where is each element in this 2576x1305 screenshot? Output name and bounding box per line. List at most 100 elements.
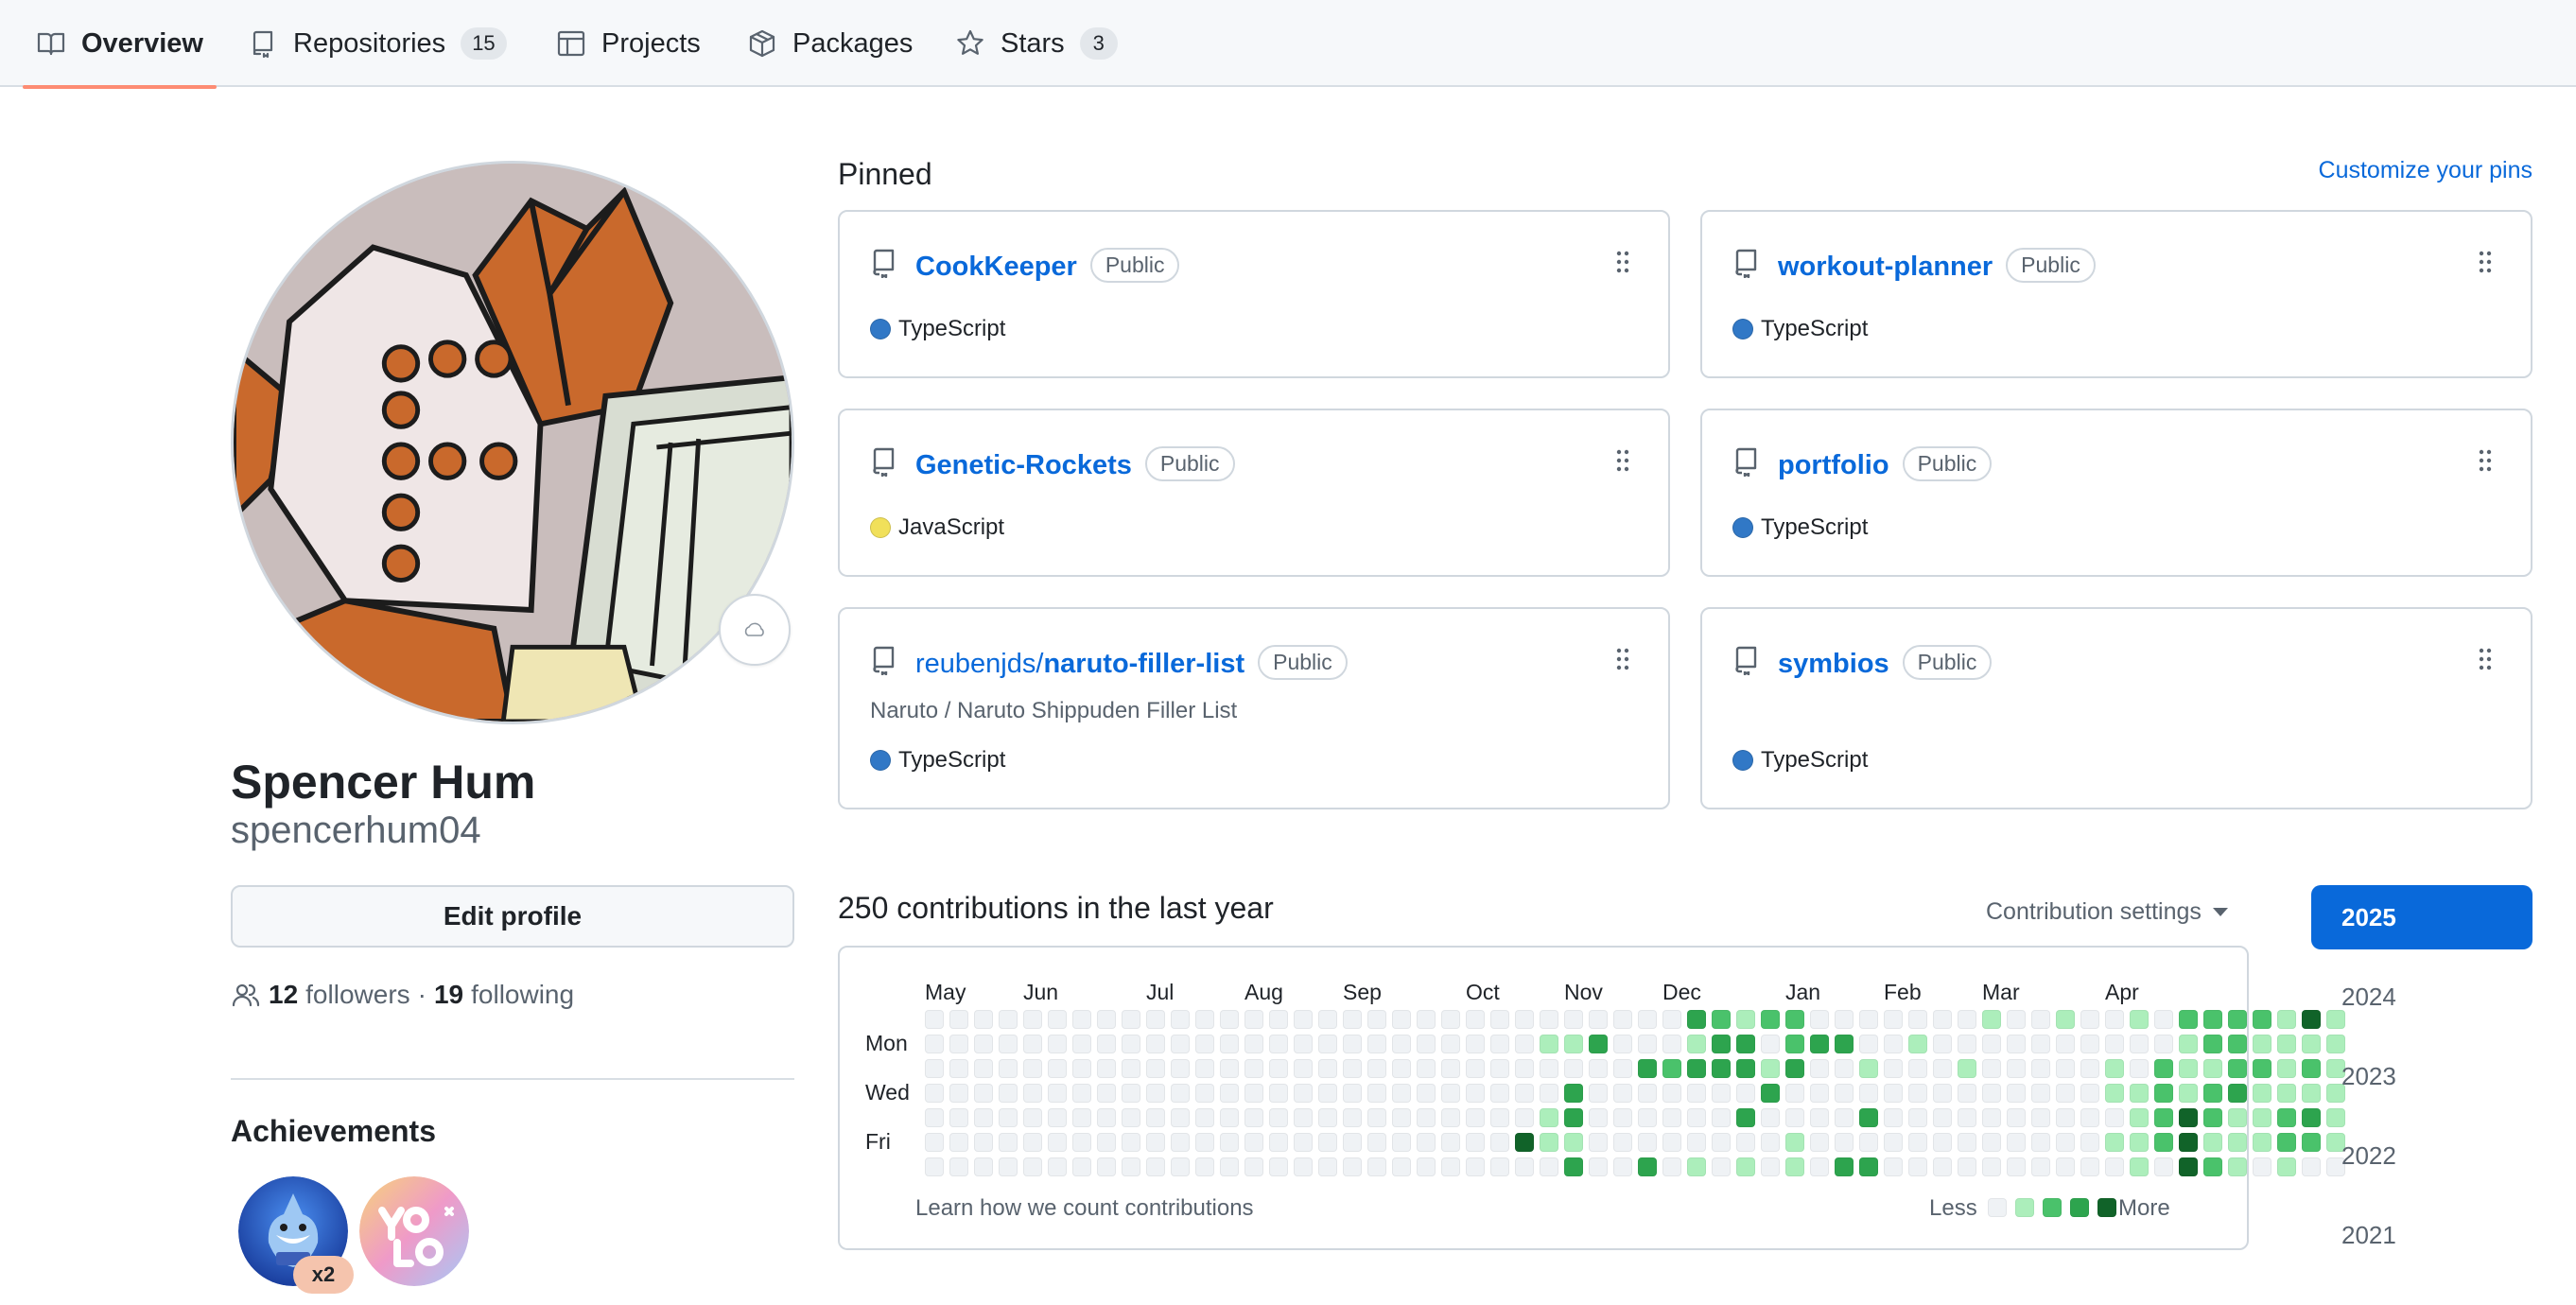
contribution-day[interactable] — [1269, 1157, 1288, 1176]
contribution-day[interactable] — [1244, 1035, 1263, 1053]
contribution-day[interactable] — [925, 1035, 944, 1053]
contribution-day[interactable] — [2056, 1035, 2075, 1053]
contribution-day[interactable] — [2203, 1108, 2222, 1127]
contribution-day[interactable] — [1195, 1108, 1214, 1127]
contribution-day[interactable] — [2031, 1059, 2050, 1078]
contribution-day[interactable] — [1933, 1059, 1952, 1078]
contribution-day[interactable] — [1564, 1108, 1583, 1127]
contribution-day[interactable] — [1958, 1133, 1976, 1152]
contribution-day[interactable] — [1122, 1108, 1140, 1127]
contribution-day[interactable] — [1564, 1084, 1583, 1103]
contribution-day[interactable] — [1048, 1010, 1067, 1029]
contribution-day[interactable] — [1146, 1059, 1165, 1078]
contribution-day[interactable] — [2031, 1035, 2050, 1053]
drag-handle-icon[interactable] — [2478, 250, 2493, 274]
contribution-day[interactable] — [1884, 1108, 1903, 1127]
contribution-day[interactable] — [1662, 1035, 1681, 1053]
contribution-day[interactable] — [2130, 1010, 2149, 1029]
contribution-day[interactable] — [2154, 1084, 2173, 1103]
contribution-day[interactable] — [1417, 1010, 1436, 1029]
customize-pins-link[interactable]: Customize your pins — [2319, 157, 2532, 184]
drag-handle-icon[interactable] — [1615, 647, 1630, 671]
contribution-day[interactable] — [2228, 1059, 2247, 1078]
contribution-day[interactable] — [1687, 1010, 1706, 1029]
contribution-day[interactable] — [1490, 1157, 1509, 1176]
contribution-day[interactable] — [2080, 1157, 2099, 1176]
contribution-day[interactable] — [1712, 1133, 1731, 1152]
contribution-day[interactable] — [974, 1108, 993, 1127]
contribution-day[interactable] — [1367, 1059, 1386, 1078]
contribution-day[interactable] — [1835, 1059, 1854, 1078]
contribution-day[interactable] — [1294, 1059, 1313, 1078]
contribution-day[interactable] — [2228, 1133, 2247, 1152]
contribution-day[interactable] — [1613, 1157, 1632, 1176]
contribution-day[interactable] — [2179, 1084, 2198, 1103]
contribution-day[interactable] — [1785, 1084, 1804, 1103]
contribution-day[interactable] — [1835, 1133, 1854, 1152]
contribution-day[interactable] — [2007, 1157, 2026, 1176]
repo-link[interactable]: portfolio Public — [1778, 446, 1993, 481]
contribution-day[interactable] — [2130, 1133, 2149, 1152]
contribution-day[interactable] — [1417, 1059, 1436, 1078]
contribution-day[interactable] — [2179, 1133, 2198, 1152]
contribution-day[interactable] — [1220, 1133, 1239, 1152]
contribution-day[interactable] — [1244, 1157, 1263, 1176]
contribution-day[interactable] — [1269, 1133, 1288, 1152]
contribution-day[interactable] — [1761, 1108, 1780, 1127]
contribution-day[interactable] — [1638, 1133, 1657, 1152]
contribution-day[interactable] — [1736, 1133, 1755, 1152]
contribution-day[interactable] — [1835, 1108, 1854, 1127]
contribution-day[interactable] — [1122, 1059, 1140, 1078]
contribution-day[interactable] — [2203, 1133, 2222, 1152]
contribution-day[interactable] — [1490, 1133, 1509, 1152]
contribution-day[interactable] — [2228, 1157, 2247, 1176]
contribution-day[interactable] — [1220, 1010, 1239, 1029]
contribution-day[interactable] — [1269, 1035, 1288, 1053]
contribution-day[interactable] — [2031, 1084, 2050, 1103]
contribution-day[interactable] — [1761, 1010, 1780, 1029]
drag-handle-icon[interactable] — [2478, 647, 2493, 671]
contribution-day[interactable] — [2056, 1108, 2075, 1127]
contribution-day[interactable] — [1540, 1010, 1558, 1029]
learn-contributions-link[interactable]: Learn how we count contributions — [915, 1195, 1254, 1222]
contribution-day[interactable] — [1761, 1035, 1780, 1053]
contribution-day[interactable] — [2277, 1010, 2296, 1029]
contribution-day[interactable] — [1244, 1108, 1263, 1127]
contribution-day[interactable] — [2228, 1010, 2247, 1029]
contribution-day[interactable] — [2203, 1157, 2222, 1176]
contribution-settings-dropdown[interactable]: Contribution settings — [1986, 898, 2228, 926]
contribution-day[interactable] — [1515, 1084, 1534, 1103]
contribution-day[interactable] — [1269, 1108, 1288, 1127]
contribution-day[interactable] — [1392, 1059, 1411, 1078]
year-2021[interactable]: 2021 — [2311, 1203, 2532, 1267]
contribution-day[interactable] — [1908, 1108, 1927, 1127]
contribution-day[interactable] — [1958, 1035, 1976, 1053]
contribution-day[interactable] — [1122, 1133, 1140, 1152]
contribution-day[interactable] — [1958, 1059, 1976, 1078]
contribution-day[interactable] — [2154, 1010, 2173, 1029]
contribution-day[interactable] — [1294, 1035, 1313, 1053]
contribution-day[interactable] — [1343, 1084, 1362, 1103]
contribution-day[interactable] — [1466, 1084, 1485, 1103]
contribution-day[interactable] — [1466, 1133, 1485, 1152]
contribution-day[interactable] — [1982, 1157, 2001, 1176]
contribution-day[interactable] — [1589, 1010, 1608, 1029]
contribution-day[interactable] — [1908, 1133, 1927, 1152]
contribution-day[interactable] — [2056, 1059, 2075, 1078]
contribution-day[interactable] — [1884, 1035, 1903, 1053]
contribution-day[interactable] — [1367, 1010, 1386, 1029]
contribution-day[interactable] — [1490, 1010, 1509, 1029]
contribution-day[interactable] — [1048, 1133, 1067, 1152]
tab-repositories[interactable]: Repositories 15 — [248, 0, 507, 87]
contribution-day[interactable] — [1761, 1157, 1780, 1176]
contribution-day[interactable] — [1269, 1010, 1288, 1029]
contribution-day[interactable] — [1515, 1010, 1534, 1029]
contribution-day[interactable] — [1367, 1157, 1386, 1176]
contribution-day[interactable] — [1515, 1157, 1534, 1176]
contribution-day[interactable] — [999, 1108, 1018, 1127]
contribution-day[interactable] — [1343, 1108, 1362, 1127]
contribution-day[interactable] — [2253, 1059, 2271, 1078]
contribution-day[interactable] — [1343, 1035, 1362, 1053]
contribution-day[interactable] — [1982, 1035, 2001, 1053]
contribution-day[interactable] — [925, 1108, 944, 1127]
